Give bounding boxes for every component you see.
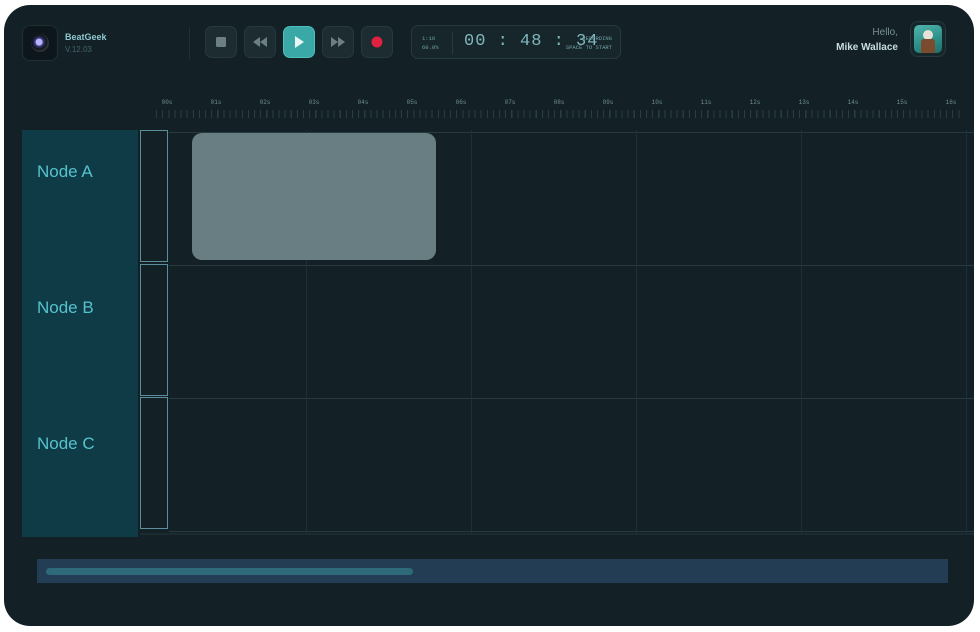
app-logo [22,25,58,61]
ruler-tick-label: 04s [357,99,369,106]
avatar[interactable] [910,21,946,57]
greeting: Hello, [872,27,898,38]
header-divider [189,27,190,59]
lane-handle-node-b[interactable] [140,264,168,396]
eye-logo-icon [31,34,49,52]
record-button[interactable] [361,26,393,58]
counter-meta-right: RECORDING SPACE TO START [566,34,612,52]
track-label-node-b[interactable]: Node B [37,298,94,318]
track-list: Node A Node B Node C [22,130,138,537]
time-ruler[interactable]: 00s 01s 02s 03s 04s 05s 06s 07s 08s 09s 10s 11s 12s 1… [156,95,964,118]
ruler-tick-label: 16s [945,99,957,106]
grid-line [169,531,974,532]
fast-forward-button[interactable] [322,26,354,58]
stop-button[interactable] [205,26,237,58]
ruler-tick-label: 09s [602,99,614,106]
stop-icon [216,37,226,47]
grid-line [636,130,637,534]
ruler-tick-label: 13s [798,99,810,106]
recording-hint: SPACE TO START [565,44,612,51]
grid-line [169,398,974,399]
ruler-tick-label: 08s [553,99,565,106]
lane-handle-node-c[interactable] [140,397,168,529]
track-label-node-c[interactable]: Node C [37,434,95,454]
horizontal-scrollbar[interactable] [37,559,948,583]
app-version: V.12.03 [65,45,92,54]
lane-handles [140,130,170,530]
scrollbar-thumb[interactable] [46,568,413,575]
play-button[interactable] [283,26,315,58]
ruler-tick-label: 02s [259,99,271,106]
app-window: BeatGeek V.12.03 1:16 60.0% 00 : 48 : 34… [4,5,974,626]
grid-line [966,130,967,534]
ruler-ticks [156,110,964,118]
play-icon [295,36,304,48]
ruler-tick-label: 00s [161,99,173,106]
ruler-tick-label: 07s [504,99,516,106]
ruler-tick-label: 05s [406,99,418,106]
grid-line [801,130,802,534]
rewind-icon [253,37,267,47]
grid-line [169,265,974,266]
fast-forward-icon [331,37,345,47]
ruler-tick-label: 01s [210,99,222,106]
audio-clip[interactable] [192,133,436,260]
rewind-button[interactable] [244,26,276,58]
avatar-image [914,25,942,53]
lane-handle-node-a[interactable] [140,130,168,262]
ruler-tick-label: 12s [749,99,761,106]
ruler-tick-label: 06s [455,99,467,106]
record-icon [371,36,383,48]
track-label-node-a[interactable]: Node A [37,162,93,182]
ruler-tick-label: 10s [651,99,663,106]
time-counter: 1:16 60.0% 00 : 48 : 34 RECORDING SPACE … [411,25,621,59]
app-name: BeatGeek [65,32,107,42]
ruler-tick-label: 15s [896,99,908,106]
ruler-tick-label: 14s [847,99,859,106]
user-name: Mike Wallace [836,42,898,53]
recording-status: RECORDING [582,35,612,42]
ruler-tick-label: 03s [308,99,320,106]
grid-line [471,130,472,534]
timeline-bottom-border [140,533,974,535]
counter-percent: 60.0% [422,44,439,51]
counter-ratio: 1:16 [422,35,436,42]
ruler-tick-label: 11s [700,99,712,106]
counter-divider [452,32,453,54]
counter-meta-left: 1:16 60.0% [422,34,439,52]
